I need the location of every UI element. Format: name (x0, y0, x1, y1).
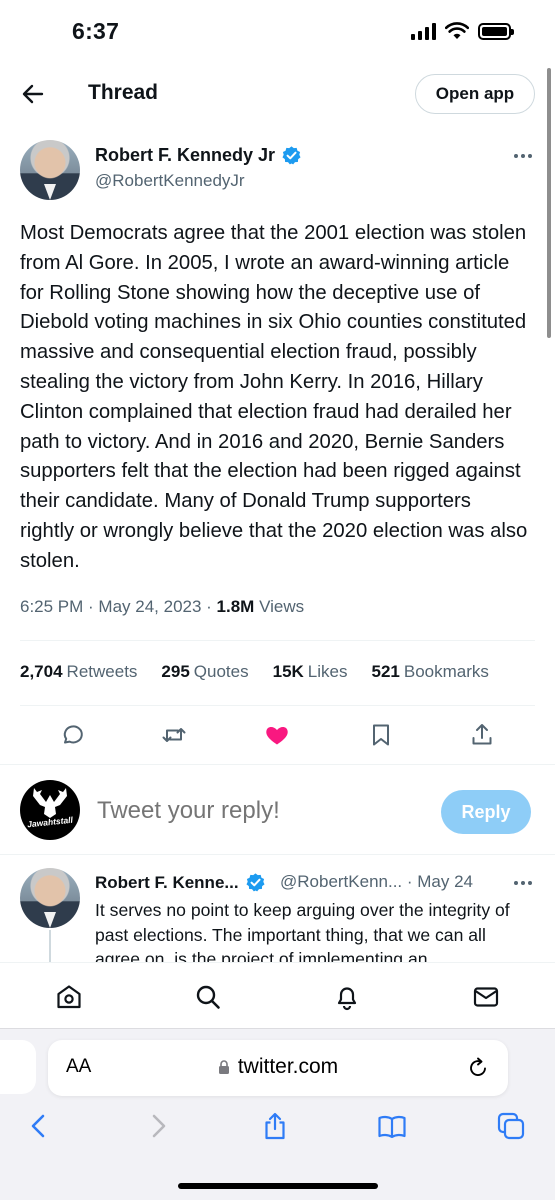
lock-icon (218, 1060, 229, 1074)
deer-logo-icon (33, 788, 67, 818)
browser-back-icon[interactable] (24, 1111, 54, 1141)
reload-icon[interactable] (466, 1056, 490, 1080)
address-bar[interactable]: AA twitter.com (48, 1040, 508, 1096)
more-options-icon[interactable] (513, 153, 533, 159)
status-time: 6:37 (72, 18, 120, 44)
bookmarks-book-icon[interactable] (377, 1111, 407, 1141)
like-heart-icon[interactable] (264, 722, 290, 748)
reply-button[interactable]: Reply (441, 790, 531, 834)
home-icon[interactable] (55, 983, 83, 1011)
status-icons (411, 22, 514, 40)
home-indicator[interactable] (178, 1183, 378, 1189)
reply-author-name[interactable]: Robert F. Kenne... (95, 872, 266, 893)
verified-badge-icon (282, 146, 301, 165)
divider (20, 705, 535, 706)
tweet-actions (0, 718, 555, 754)
reply-icon[interactable] (59, 722, 85, 748)
reply-author-handle-date[interactable]: @RobertKenn... · May 24 (280, 872, 473, 892)
author-avatar[interactable] (20, 140, 80, 200)
search-icon[interactable] (194, 983, 222, 1011)
tweet-time[interactable]: 6:25 PM (20, 597, 83, 616)
browser-forward-icon[interactable] (143, 1111, 173, 1141)
notifications-bell-icon[interactable] (333, 983, 361, 1011)
browser-share-icon[interactable] (260, 1111, 290, 1141)
previous-tab[interactable] (0, 1040, 36, 1094)
open-app-button[interactable]: Open app (415, 74, 535, 114)
reply-input[interactable] (97, 797, 417, 825)
url-field[interactable]: twitter.com (48, 1055, 508, 1079)
likes-stat[interactable]: 15K Likes (273, 662, 348, 682)
more-options-icon[interactable] (513, 880, 533, 886)
tweet-date[interactable]: May 24, 2023 (98, 597, 201, 616)
thread-header: Thread Open app (0, 66, 555, 122)
retweet-icon[interactable] (161, 722, 187, 748)
cellular-signal-icon (411, 22, 436, 40)
tweet-text: Most Democrats agree that the 2001 elect… (20, 222, 528, 572)
reply-author-avatar[interactable] (20, 868, 80, 928)
twitter-bottom-nav (0, 962, 555, 1030)
retweets-stat[interactable]: 2,704 Retweets (20, 662, 137, 682)
views-count: 1.8M (216, 597, 255, 616)
thread-line (49, 930, 51, 964)
divider (20, 640, 535, 641)
verified-badge-icon (246, 873, 265, 892)
status-bar: 6:37 (0, 0, 555, 66)
quotes-stat[interactable]: 295 Quotes (161, 662, 248, 682)
divider (0, 854, 555, 855)
divider (0, 764, 555, 765)
author-name-text: Robert F. Kennedy Jr (95, 145, 276, 165)
page-title: Thread (88, 81, 159, 104)
views-label: Views (259, 597, 305, 616)
reply-tweet-text: It serves no point to keep arguing over … (95, 900, 510, 962)
back-arrow-icon[interactable] (20, 81, 46, 107)
tweet-timestamp: 6:25 PM · May 24, 2023 · 1.8M Views (20, 597, 305, 616)
tweet-stats: 2,704 Retweets 295 Quotes 15K Likes 521 Book… (20, 662, 513, 682)
user-avatar: Jawahtstall (20, 780, 80, 840)
share-icon[interactable] (469, 722, 495, 748)
author-handle[interactable]: @RobertKennedyJr (95, 171, 245, 191)
wifi-icon (445, 22, 469, 39)
messages-envelope-icon[interactable] (472, 983, 500, 1011)
reply-author-name-text: Robert F. Kenne... (95, 872, 239, 892)
tabs-icon[interactable] (496, 1111, 526, 1141)
bookmark-icon[interactable] (368, 722, 394, 748)
author-name[interactable]: Robert F. Kennedy Jr (95, 145, 302, 166)
url-text: twitter.com (237, 1055, 339, 1078)
battery-icon (478, 22, 514, 40)
bookmarks-stat[interactable]: 521 Bookmarks (371, 662, 488, 682)
browser-chrome: AA twitter.com (0, 1028, 555, 1200)
